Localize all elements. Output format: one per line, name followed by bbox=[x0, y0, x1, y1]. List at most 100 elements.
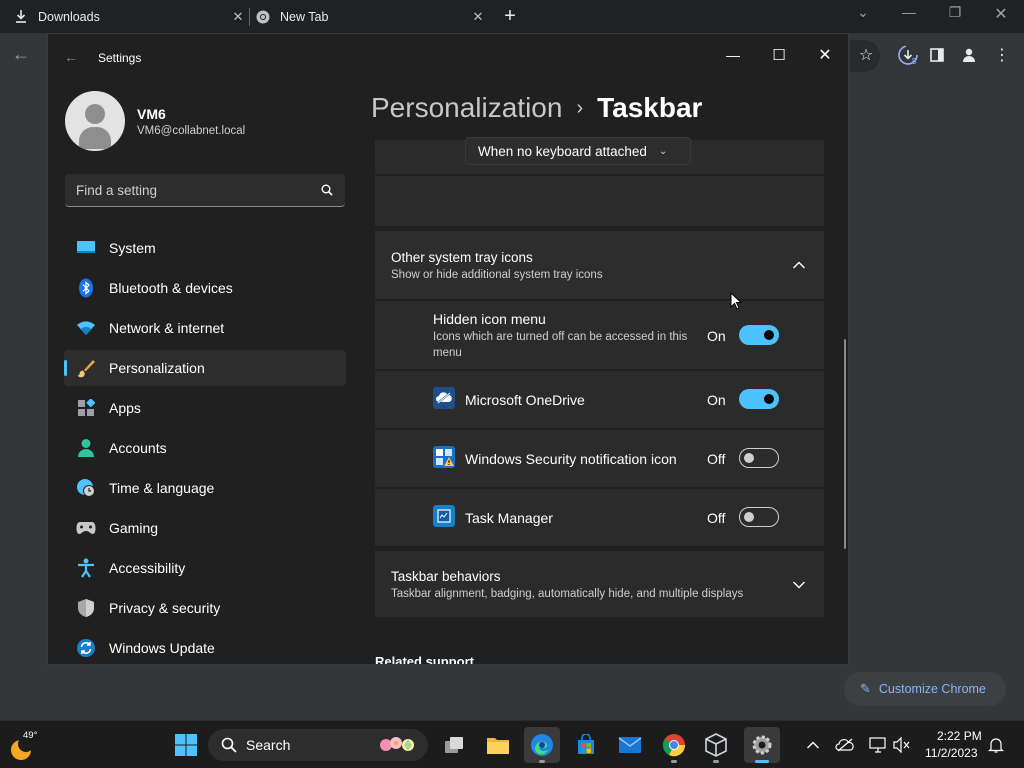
tab-new-tab[interactable]: New Tab ✕ bbox=[256, 0, 486, 33]
weather-widget[interactable]: 49° bbox=[10, 729, 40, 761]
minimize-button[interactable]: — bbox=[710, 40, 756, 70]
page-title: Taskbar bbox=[597, 92, 703, 123]
chevron-down-icon[interactable] bbox=[792, 577, 806, 593]
back-arrow-icon[interactable]: ← bbox=[12, 44, 30, 65]
find-setting-search[interactable] bbox=[65, 174, 345, 207]
accessibility-icon bbox=[76, 558, 96, 578]
chevron-up-icon[interactable] bbox=[803, 735, 823, 755]
sidebar-item-accessibility[interactable]: Accessibility bbox=[64, 550, 346, 586]
menu-kebab-icon[interactable]: ⋮ bbox=[991, 44, 1013, 66]
toggle-state-label: Off bbox=[707, 510, 726, 526]
file-explorer-icon[interactable] bbox=[480, 727, 516, 763]
new-tab-button[interactable]: + bbox=[500, 6, 520, 26]
customize-chrome-label: Customize Chrome bbox=[878, 682, 986, 696]
mail-icon[interactable] bbox=[612, 727, 648, 763]
windows-security-toggle[interactable] bbox=[739, 448, 779, 468]
gamepad-icon bbox=[76, 518, 96, 538]
pencil-icon: ✎ bbox=[860, 681, 871, 696]
clock-time[interactable]: 2:22 PM bbox=[937, 729, 982, 743]
chevron-down-icon: ⌄ bbox=[658, 145, 668, 157]
user-name: VM6 bbox=[137, 106, 166, 122]
restore-icon[interactable]: ❐ bbox=[943, 4, 967, 21]
hidden-icon-menu-toggle[interactable] bbox=[739, 325, 779, 345]
close-icon[interactable]: ✕ bbox=[989, 4, 1013, 24]
settings-taskbar-icon[interactable] bbox=[744, 727, 780, 763]
volume-muted-icon[interactable] bbox=[892, 735, 912, 755]
onedrive-tray-icon[interactable] bbox=[835, 735, 855, 755]
search-input[interactable] bbox=[65, 174, 305, 206]
download-icon bbox=[14, 10, 28, 24]
row-subtitle: Icons which are turned off can be access… bbox=[433, 331, 688, 359]
side-panel-icon[interactable] bbox=[926, 44, 948, 66]
taskbar-search[interactable]: Search bbox=[208, 729, 428, 761]
tray-icons-header[interactable] bbox=[375, 231, 824, 299]
row-title: Windows Security notification icon bbox=[465, 451, 677, 467]
start-button[interactable] bbox=[168, 727, 204, 763]
chrome-icon bbox=[256, 10, 270, 24]
chevron-up-icon[interactable] bbox=[792, 257, 806, 273]
close-button[interactable]: ✕ bbox=[802, 40, 848, 70]
downloads-toolbar-icon[interactable]: 5 bbox=[897, 44, 919, 66]
search-label: Search bbox=[246, 737, 291, 753]
virtualbox-icon[interactable] bbox=[698, 727, 734, 763]
keyboard-dropdown[interactable]: When no keyboard attached ⌄ bbox=[465, 137, 691, 165]
task-manager-toggle[interactable] bbox=[739, 507, 779, 527]
close-icon[interactable]: ✕ bbox=[470, 9, 486, 25]
sidebar-item-personalization[interactable]: Personalization bbox=[64, 350, 346, 386]
sidebar-item-gaming[interactable]: Gaming bbox=[64, 510, 346, 546]
back-arrow-icon[interactable]: ← bbox=[64, 49, 78, 65]
update-icon bbox=[76, 638, 96, 658]
profile-icon[interactable] bbox=[958, 44, 980, 66]
toggle-state-label: On bbox=[707, 328, 726, 344]
minimize-icon[interactable]: — bbox=[897, 4, 921, 20]
downloads-badge: 5 bbox=[912, 57, 917, 66]
sidebar-item-accounts[interactable]: Accounts bbox=[64, 430, 346, 466]
weather-temp: 49° bbox=[23, 730, 38, 741]
row-title: Hidden icon menu bbox=[433, 311, 546, 327]
task-manager-icon bbox=[433, 505, 455, 527]
tab-downloads[interactable]: Downloads ✕ bbox=[14, 0, 246, 33]
onedrive-icon bbox=[433, 387, 455, 409]
onedrive-toggle[interactable] bbox=[739, 389, 779, 409]
maximize-button[interactable]: ☐ bbox=[756, 40, 802, 70]
behaviors-section-title: Taskbar behaviors bbox=[391, 569, 501, 584]
wifi-icon bbox=[76, 318, 96, 338]
tab-search-chevron-icon[interactable]: ⌄ bbox=[851, 4, 875, 21]
microsoft-store-icon[interactable] bbox=[568, 727, 604, 763]
scrollbar[interactable] bbox=[844, 339, 846, 549]
sidebar-item-windows-update[interactable]: Windows Update bbox=[64, 630, 346, 664]
network-icon[interactable] bbox=[868, 735, 888, 755]
search-highlight-flowers-icon bbox=[378, 734, 418, 761]
sidebar-item-time-language[interactable]: Time & language bbox=[64, 470, 346, 506]
sidebar-item-bluetooth[interactable]: Bluetooth & devices bbox=[64, 270, 346, 306]
toggle-state-label: On bbox=[707, 392, 726, 408]
tray-section-title: Other system tray icons bbox=[391, 250, 533, 265]
sidebar-item-network[interactable]: Network & internet bbox=[64, 310, 346, 346]
user-email: VM6@collabnet.local bbox=[137, 125, 246, 137]
close-icon[interactable]: ✕ bbox=[230, 9, 246, 25]
chrome-taskbar-icon[interactable] bbox=[656, 727, 692, 763]
apps-icon bbox=[76, 398, 96, 418]
sidebar-item-apps[interactable]: Apps bbox=[64, 390, 346, 426]
customize-chrome-button[interactable]: ✎ Customize Chrome bbox=[844, 672, 1006, 706]
active-indicator bbox=[64, 360, 67, 376]
notification-bell-icon[interactable] bbox=[986, 735, 1006, 755]
edge-icon[interactable] bbox=[524, 727, 560, 763]
clock-date[interactable]: 11/2/2023 bbox=[925, 746, 978, 760]
star-icon[interactable]: ☆ bbox=[855, 44, 877, 66]
taskbar-behaviors-header[interactable] bbox=[375, 551, 824, 617]
breadcrumb-parent[interactable]: Personalization bbox=[371, 92, 562, 123]
dropdown-value: When no keyboard attached bbox=[478, 143, 647, 159]
search-icon bbox=[321, 183, 333, 201]
person-icon bbox=[76, 438, 96, 458]
related-support-heading: Related support bbox=[375, 654, 474, 665]
task-view-icon[interactable] bbox=[436, 727, 472, 763]
sidebar-item-privacy-security[interactable]: Privacy & security bbox=[64, 590, 346, 626]
sidebar-item-system[interactable]: System bbox=[64, 230, 346, 266]
search-icon bbox=[221, 737, 237, 758]
row-title: Task Manager bbox=[465, 510, 553, 526]
tray-section-subtitle: Show or hide additional system tray icon… bbox=[391, 269, 603, 281]
avatar[interactable] bbox=[65, 91, 125, 151]
windows-taskbar: 49° Search 2:22 PM 11/2/2023 bbox=[0, 720, 1024, 768]
brush-icon bbox=[76, 358, 96, 378]
